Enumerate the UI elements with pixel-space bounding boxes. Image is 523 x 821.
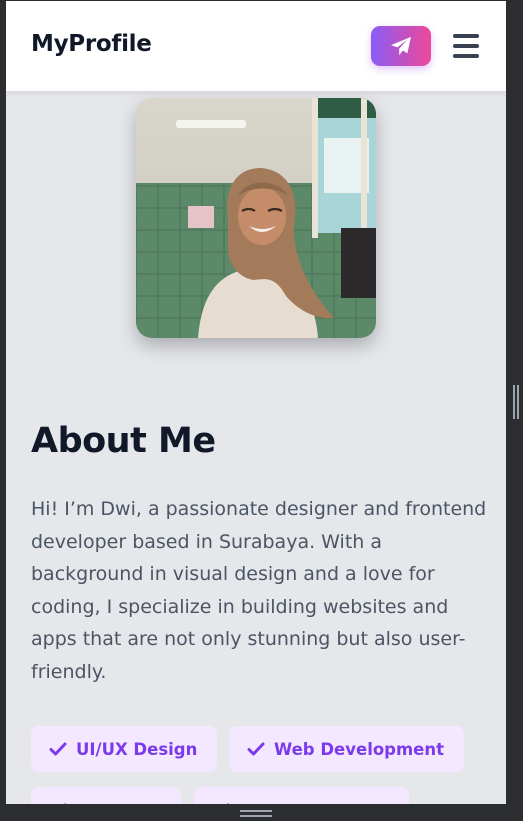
contact-button[interactable] [371, 26, 431, 66]
skill-tag-label: Web Development [274, 739, 445, 759]
menu-bar [453, 44, 479, 48]
menu-bar [453, 34, 479, 38]
resize-handle-right[interactable] [513, 385, 519, 419]
skill-tag-web-development: Web Development [229, 726, 465, 772]
check-icon [247, 742, 265, 756]
page-viewport: MyProfile About Me Hi! I’m Dwi, a passio… [6, 1, 506, 804]
about-heading: About Me [31, 421, 216, 461]
brand-logo[interactable]: MyProfile [31, 31, 152, 57]
skill-tag-ui-ux: UI/UX Design [31, 726, 218, 772]
skill-tag [194, 787, 409, 804]
skill-tag-label: UI/UX Design [76, 739, 198, 759]
about-paragraph: Hi! I’m Dwi, a passionate designer and f… [31, 498, 487, 683]
paper-plane-icon [391, 36, 411, 56]
resize-handle-bottom[interactable] [240, 810, 272, 818]
skill-tag [31, 787, 181, 804]
menu-bar [453, 54, 479, 58]
navbar: MyProfile [6, 1, 506, 91]
profile-photo [136, 98, 376, 338]
check-icon [49, 742, 67, 756]
hamburger-menu-icon[interactable] [450, 31, 482, 61]
